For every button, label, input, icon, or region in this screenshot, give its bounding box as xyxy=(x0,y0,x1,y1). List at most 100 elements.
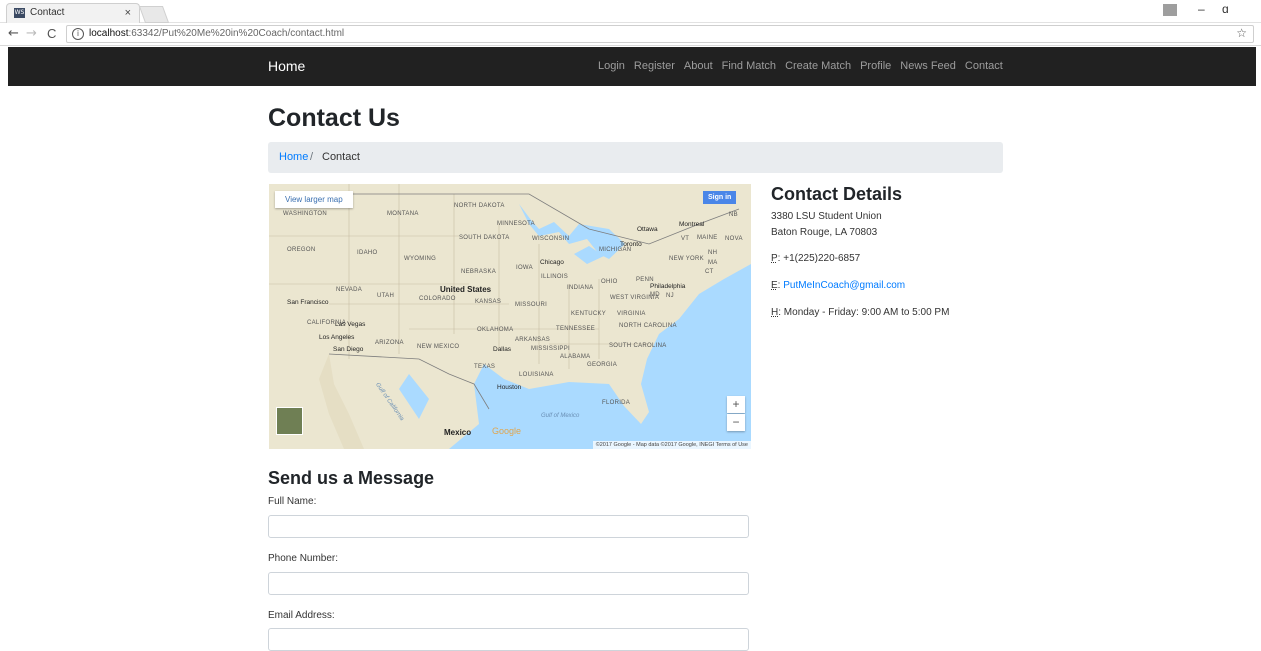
map-label-city: Las Vegas xyxy=(335,321,366,328)
map-label-state: MD xyxy=(650,292,660,298)
google-logo: Google xyxy=(492,426,522,436)
minimize-icon[interactable]: – xyxy=(1198,2,1205,16)
map-label-state: WASHINGTON xyxy=(283,211,328,217)
breadcrumb-current: Contact xyxy=(322,151,360,163)
map-label-state: MISSISSIPPI xyxy=(531,346,570,352)
map-label-state: COLORADO xyxy=(419,296,456,302)
map-label-city: Ottawa xyxy=(637,226,658,233)
navbar-brand-home[interactable]: Home xyxy=(268,58,305,74)
email-address-label: Email Address: xyxy=(268,610,335,621)
map-label-city: San Francisco xyxy=(287,299,329,306)
satellite-toggle-thumbnail[interactable] xyxy=(276,407,303,435)
breadcrumb-separator: / xyxy=(310,151,314,163)
nav-link-profile[interactable]: Profile xyxy=(860,60,891,72)
reload-icon[interactable]: C xyxy=(47,26,56,42)
map-label-state: NEVADA xyxy=(336,287,363,293)
map-label-state: ALABAMA xyxy=(560,354,591,360)
map-label-state: UTAH xyxy=(377,293,395,299)
restore-icon[interactable]: ɑ xyxy=(1222,2,1229,16)
phone-number: +1(225)220-6857 xyxy=(783,253,861,264)
nav-link-register[interactable]: Register xyxy=(634,60,675,72)
phone-number-input[interactable] xyxy=(268,572,749,595)
map-label-state: OREGON xyxy=(287,247,316,253)
zoom-in-button[interactable]: + xyxy=(727,396,745,413)
forward-icon[interactable]: → xyxy=(26,26,37,42)
map-label-state: ILLINOIS xyxy=(541,274,569,280)
map-label-state: LOUISIANA xyxy=(519,372,554,378)
map-label-state: NOVA xyxy=(725,236,743,242)
map-attribution: ©2017 Google - Map data ©2017 Google, IN… xyxy=(592,441,751,449)
view-larger-map-button[interactable]: View larger map xyxy=(275,191,353,208)
map-label-state: SOUTH DAKOTA xyxy=(459,235,510,241)
phone-line: P: +1(225)220-6857 xyxy=(771,253,861,264)
map-label-state: SOUTH CAROLINA xyxy=(609,343,667,349)
map-label-state: NORTH DAKOTA xyxy=(454,203,505,209)
map-label-country: United States xyxy=(440,285,492,294)
map-label-state: NH xyxy=(708,250,718,256)
map-label-city: Toronto xyxy=(620,241,642,248)
map-label-country: Mexico xyxy=(444,428,472,437)
email-address-input[interactable] xyxy=(268,628,749,651)
browser-tab-bar: WS Contact × – ɑ xyxy=(0,0,1261,23)
breadcrumb: Home / Contact xyxy=(268,142,1003,173)
map-label-state: ARIZONA xyxy=(375,340,404,346)
map-label-city: San Diego xyxy=(333,346,364,353)
map-label-state: ARKANSAS xyxy=(515,337,551,343)
full-name-label: Full Name: xyxy=(268,496,317,507)
nav-link-news-feed[interactable]: News Feed xyxy=(900,60,956,72)
breadcrumb-home-link[interactable]: Home xyxy=(279,142,308,173)
map-label-state: VT xyxy=(681,236,690,242)
map-label-state: IOWA xyxy=(516,265,533,271)
map-label-state: NJ xyxy=(666,293,674,299)
map-label-state: NEW MEXICO xyxy=(417,344,460,350)
map-label-city: Philadelphia xyxy=(650,283,686,290)
email-abbr: E xyxy=(771,280,778,291)
navbar-links: Login Register About Find Match Create M… xyxy=(598,60,1012,72)
map-label-state: WISCONSIN xyxy=(532,236,570,242)
url-text: localhost:63342/Put%20Me%20in%20Coach/co… xyxy=(89,27,344,41)
zoom-out-button[interactable]: − xyxy=(727,414,745,431)
bookmark-star-icon[interactable]: ☆ xyxy=(1236,26,1247,40)
back-icon[interactable]: ← xyxy=(8,26,19,42)
url-path: :63342/Put%20Me%20in%20Coach/contact.htm… xyxy=(128,28,345,39)
contact-details-title: Contact Details xyxy=(771,184,903,204)
address-bar[interactable]: i localhost:63342/Put%20Me%20in%20Coach/… xyxy=(66,25,1254,43)
full-name-input[interactable] xyxy=(268,515,749,538)
map-label-state: KENTUCKY xyxy=(571,311,607,317)
nav-link-create-match[interactable]: Create Match xyxy=(785,60,851,72)
map-label-state: FLORIDA xyxy=(602,400,631,406)
map-label-state: GEORGIA xyxy=(587,362,618,368)
map-label-state: INDIANA xyxy=(567,285,594,291)
map-label-state: NB xyxy=(729,212,738,218)
map-label-state: WYOMING xyxy=(404,256,437,262)
hours-text: Monday - Friday: 9:00 AM to 5:00 PM xyxy=(783,307,950,318)
embedded-map[interactable]: NORTH DAKOTA MONTANA WASHINGTON MINNESOT… xyxy=(269,184,751,449)
map-label-state: MONTANA xyxy=(387,211,419,217)
user-profile-icon[interactable] xyxy=(1163,4,1177,16)
map-label-state: OKLAHOMA xyxy=(477,327,514,333)
nav-link-login[interactable]: Login xyxy=(598,60,625,72)
map-label-city: Montreal xyxy=(679,221,705,228)
phone-abbr: P xyxy=(771,253,778,264)
map-label-state: CT xyxy=(705,269,714,275)
map-label-city: Chicago xyxy=(540,259,564,266)
map-label-city: Los Angeles xyxy=(319,334,355,341)
map-label-city: Dallas xyxy=(493,346,512,353)
nav-link-contact[interactable]: Contact xyxy=(965,60,1003,72)
map-label-water: Gulf of Mexico xyxy=(541,413,580,419)
close-tab-icon[interactable]: × xyxy=(125,4,131,22)
map-label-state: IDAHO xyxy=(357,250,378,256)
new-tab-button[interactable] xyxy=(138,6,170,23)
map-label-city: Houston xyxy=(497,384,522,391)
map-label-state: NEW YORK xyxy=(669,256,704,262)
address-line-1: 3380 LSU Student Union xyxy=(771,211,882,222)
nav-link-about[interactable]: About xyxy=(684,60,713,72)
map-sign-in-button[interactable]: Sign in xyxy=(703,191,737,204)
map-label-state: MAINE xyxy=(697,235,718,241)
email-link[interactable]: PutMeInCoach@gmail.com xyxy=(783,280,905,291)
map-label-state: VIRGINIA xyxy=(617,311,646,317)
browser-tab[interactable]: WS Contact × xyxy=(6,3,140,23)
nav-link-find-match[interactable]: Find Match xyxy=(722,60,776,72)
info-icon[interactable]: i xyxy=(72,28,84,40)
map-label-state: MA xyxy=(708,260,718,266)
